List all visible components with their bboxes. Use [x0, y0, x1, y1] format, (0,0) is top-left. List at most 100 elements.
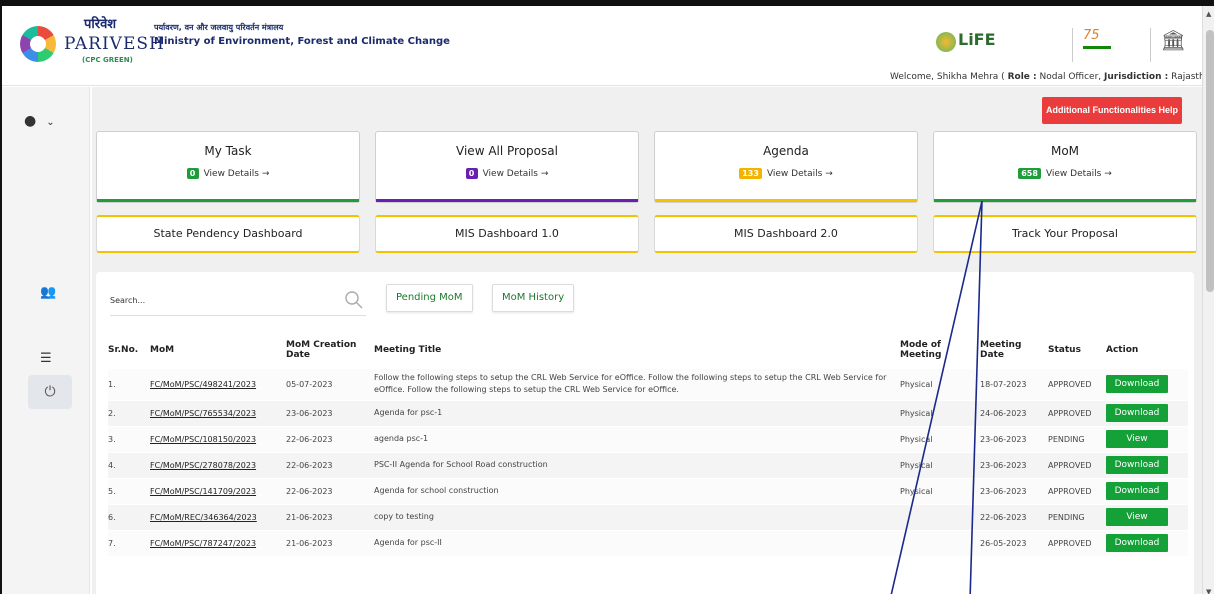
cell-creation-date: 22-06-2023: [286, 425, 374, 452]
mis-dashboard-2-button[interactable]: MIS Dashboard 2.0: [654, 215, 918, 253]
mom-link[interactable]: FC/MoM/PSC/278078/2023: [150, 461, 256, 470]
cell-sr-no: 3.: [108, 425, 150, 452]
parivesh-logo-icon[interactable]: [20, 26, 56, 62]
search-input[interactable]: [110, 296, 320, 305]
side-rail: ● ⌄ 👥 ☰ ⏻: [2, 87, 90, 594]
cell-status: APPROVED: [1048, 477, 1106, 504]
logo-name: PARIVESH: [64, 34, 165, 54]
view-button[interactable]: View: [1106, 430, 1168, 448]
users-icon[interactable]: 👥: [40, 285, 56, 300]
card-details-link[interactable]: 0 View Details →: [376, 168, 638, 179]
life-leaf-icon: [936, 32, 956, 52]
mom-table: Sr.No. MoM MoM Creation Date Meeting Tit…: [108, 332, 1188, 556]
cell-status: APPROVED: [1048, 451, 1106, 478]
mis-dashboard-1-button[interactable]: MIS Dashboard 1.0: [375, 215, 639, 253]
column-header-status: Status: [1048, 344, 1081, 355]
cell-meeting-title: Agenda for psc-II: [374, 529, 900, 556]
cell-meeting-date: 23-06-2023: [980, 477, 1048, 504]
download-button[interactable]: Download: [1106, 404, 1168, 422]
card-agenda[interactable]: Agenda 133 View Details →: [654, 131, 918, 203]
cell-meeting-title: Follow the following steps to setup the …: [374, 367, 900, 400]
state-pendency-dashboard-button[interactable]: State Pendency Dashboard: [96, 215, 360, 253]
search-box: [110, 286, 366, 316]
cell-status: APPROVED: [1048, 367, 1106, 400]
track-your-proposal-button[interactable]: Track Your Proposal: [933, 215, 1197, 253]
card-title: My Task: [204, 144, 252, 158]
table-row: 7. FC/MoM/PSC/787247/2023 21-06-2023 Age…: [108, 529, 1188, 556]
tab-mom-history[interactable]: MoM History: [492, 284, 575, 312]
cell-creation-date: 21-06-2023: [286, 503, 374, 530]
search-icon[interactable]: [344, 290, 364, 310]
cell-creation-date: 22-06-2023: [286, 451, 374, 478]
table-row: 6. FC/MoM/REC/346364/2023 21-06-2023 cop…: [108, 503, 1188, 530]
header: परिवेश PARIVESH (CPC GREEN) पर्यावरण, वन…: [2, 6, 1214, 86]
cell-meeting-title: Agenda for psc-1: [374, 399, 900, 426]
card-details-link[interactable]: 133 View Details →: [655, 168, 917, 179]
role-label: Role :: [1007, 72, 1037, 82]
scroll-down-arrow-icon[interactable]: ▼: [1206, 588, 1211, 594]
role-value: Nodal Officer,: [1039, 72, 1102, 82]
life-logo-text: LiFE: [958, 30, 996, 49]
cell-meeting-date: 18-07-2023: [980, 367, 1048, 400]
column-header-mom: MoM: [150, 344, 175, 355]
list-icon[interactable]: ☰: [40, 351, 52, 366]
tab-pending-mom[interactable]: Pending MoM: [386, 284, 473, 312]
card-view-all-proposal[interactable]: View All Proposal 0 View Details →: [375, 131, 639, 203]
count-badge: 658: [1018, 168, 1041, 179]
count-badge: 0: [465, 168, 478, 179]
mom-link[interactable]: FC/MoM/PSC/765534/2023: [150, 409, 256, 418]
cell-meeting-title: agenda psc-1: [374, 425, 900, 452]
card-details-link[interactable]: 658 View Details →: [934, 168, 1196, 179]
view-button[interactable]: View: [1106, 508, 1168, 526]
cell-meeting-title: PSC-II Agenda for School Road constructi…: [374, 451, 900, 478]
download-button[interactable]: Download: [1106, 375, 1168, 393]
card-my-task[interactable]: My Task 0 View Details →: [96, 131, 360, 203]
cell-meeting-date: 24-06-2023: [980, 399, 1048, 426]
download-button[interactable]: Download: [1106, 482, 1168, 500]
main-content: Additional Functionalities Help My Task …: [92, 87, 1202, 594]
card-mom[interactable]: MoM 658 View Details →: [933, 131, 1197, 203]
cell-sr-no: 1.: [108, 367, 150, 400]
cell-status: APPROVED: [1048, 399, 1106, 426]
download-button[interactable]: Download: [1106, 534, 1168, 553]
cell-creation-date: 21-06-2023: [286, 529, 374, 556]
user-menu-toggle[interactable]: ● ⌄: [24, 113, 55, 129]
logo-hindi-name: परिवेश: [84, 17, 117, 32]
card-details-link[interactable]: 0 View Details →: [97, 168, 359, 179]
cell-meeting-date: 23-06-2023: [980, 451, 1048, 478]
count-badge: 0: [186, 168, 199, 179]
mom-link[interactable]: FC/MoM/PSC/108150/2023: [150, 435, 256, 444]
cell-mode: [900, 529, 980, 556]
national-emblem-icon: 🏛: [1150, 28, 1186, 62]
cell-creation-date: 23-06-2023: [286, 399, 374, 426]
scroll-up-arrow-icon[interactable]: ▲: [1206, 10, 1211, 18]
mom-table-panel: Pending MoM MoM History Sr.No. MoM MoM C…: [96, 272, 1194, 594]
cell-mode: Physical: [900, 451, 980, 478]
mom-link[interactable]: FC/MoM/PSC/141709/2023: [150, 487, 256, 496]
life-logo: LiFE: [936, 30, 996, 56]
column-header-mom-creation-date: MoM Creation Date: [286, 339, 357, 360]
power-icon[interactable]: ⏻: [28, 375, 72, 409]
scrollbar-thumb[interactable]: [1206, 30, 1214, 292]
count-badge: 133: [739, 168, 762, 179]
cell-mode: Physical: [900, 477, 980, 504]
cell-mode: Physical: [900, 399, 980, 426]
cell-status: PENDING: [1048, 503, 1106, 530]
welcome-text: Welcome, Shikha Mehra ( Role : Nodal Off…: [890, 72, 1214, 82]
mom-link[interactable]: FC/MoM/PSC/787247/2023: [150, 539, 256, 548]
table-row: 5. FC/MoM/PSC/141709/2023 22-06-2023 Age…: [108, 477, 1188, 504]
ministry-name-hindi: पर्यावरण, वन और जलवायु परिवर्तन मंत्रालय: [154, 23, 284, 32]
page-scrollbar[interactable]: ▲ ▼: [1202, 6, 1214, 594]
cell-mode: [900, 503, 980, 530]
table-row: 4. FC/MoM/PSC/278078/2023 22-06-2023 PSC…: [108, 451, 1188, 478]
cell-mode: Physical: [900, 425, 980, 452]
mom-link[interactable]: FC/MoM/PSC/498241/2023: [150, 380, 256, 389]
table-row: 3. FC/MoM/PSC/108150/2023 22-06-2023 age…: [108, 425, 1188, 452]
screen: परिवेश PARIVESH (CPC GREEN) पर्यावरण, वन…: [0, 0, 1214, 594]
additional-functionalities-help-button[interactable]: Additional Functionalities Help: [1042, 97, 1182, 124]
download-button[interactable]: Download: [1106, 456, 1168, 474]
cell-meeting-title: Agenda for school construction: [374, 477, 900, 504]
mom-link[interactable]: FC/MoM/REC/346364/2023: [150, 513, 257, 522]
column-header-sr-no: Sr.No.: [108, 344, 139, 355]
cell-creation-date: 05-07-2023: [286, 367, 374, 400]
